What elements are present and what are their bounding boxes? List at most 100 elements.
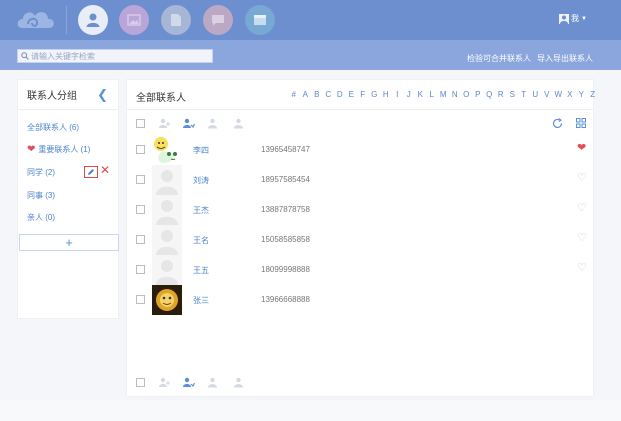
contact-name[interactable]: 刘涛 [193, 175, 209, 186]
contacts-header: 全部联系人 # A B C D E F G H I J K L M N O P Q R S T U V W X Y Z [127, 80, 595, 110]
edit-group-button[interactable] [84, 166, 98, 178]
alphabet-letter[interactable]: L [426, 90, 438, 99]
alphabet-letter[interactable]: V [541, 90, 553, 99]
add-group-button[interactable]: + [19, 234, 119, 251]
chevron-left-icon[interactable]: ❮ [97, 87, 108, 103]
delete-group-icon[interactable]: ✕ [100, 164, 110, 176]
alphabet-letter[interactable]: E [346, 90, 358, 99]
alphabet-letter[interactable]: I [392, 90, 404, 99]
alphabet-letter[interactable]: Q [484, 90, 496, 99]
select-all-checkbox[interactable] [136, 119, 145, 128]
alphabet-letter[interactable]: A [300, 90, 312, 99]
contact-phone: 18099998888 [261, 265, 310, 274]
document-icon [171, 14, 181, 26]
alphabet-letter[interactable]: U [530, 90, 542, 99]
refresh-icon[interactable] [550, 116, 564, 130]
alphabet-letter[interactable]: R [495, 90, 507, 99]
contact-row[interactable]: 王五 18099998888 ♡ [127, 255, 593, 285]
contact-avatar [152, 225, 182, 255]
contact-phone: 13966668888 [261, 295, 310, 304]
check-mergeable-link[interactable]: 检验可合并联系人 [467, 53, 531, 64]
row-checkbox[interactable] [136, 205, 145, 214]
row-checkbox[interactable] [136, 175, 145, 184]
group-item-important[interactable]: ❤ 重要联系人 (1) [27, 144, 90, 155]
contact-row[interactable]: 王名 15058585858 ♡ [127, 225, 593, 255]
alphabet-letter[interactable]: D [334, 90, 346, 99]
alphabet-letter[interactable]: G [369, 90, 381, 99]
contact-row[interactable]: 刘涛 18957585454 ♡ [127, 165, 593, 195]
contact-icon[interactable] [205, 116, 219, 130]
nav-photo-button[interactable] [119, 5, 149, 35]
alphabet-letter[interactable]: Y [576, 90, 588, 99]
import-export-link[interactable]: 导入导出联系人 [537, 53, 593, 64]
contact-icon[interactable] [205, 375, 219, 389]
avatar [559, 13, 569, 24]
contacts-toolbar-bottom [127, 371, 593, 393]
row-checkbox[interactable] [136, 295, 145, 304]
alphabet-letter[interactable]: K [415, 90, 427, 99]
grid-view-icon[interactable] [574, 116, 588, 130]
favorite-heart-icon[interactable]: ♡ [577, 233, 587, 244]
alphabet-letter[interactable]: M [438, 90, 450, 99]
add-contact-icon[interactable] [157, 375, 171, 389]
select-all-checkbox-bottom[interactable] [136, 378, 145, 387]
alphabet-letter[interactable]: C [323, 90, 335, 99]
group-label: 重要联系人 (1) [38, 145, 91, 154]
alphabet-letter[interactable]: J [403, 90, 415, 99]
groups-panel: 联系人分组 ❮ 全部联系人 (6) ❤ 重要联系人 (1) 同学 (2) ✕ 同… [17, 79, 119, 319]
heart-icon: ❤ [27, 143, 36, 155]
group-label: 亲人 (0) [27, 213, 55, 222]
alphabet-letter[interactable]: Z [587, 90, 599, 99]
favorite-heart-icon[interactable]: ♡ [577, 263, 587, 274]
row-checkbox[interactable] [136, 235, 145, 244]
row-checkbox[interactable] [136, 265, 145, 274]
favorite-heart-icon[interactable]: ♡ [577, 173, 587, 184]
user-name: 我 [571, 14, 579, 23]
nav-message-button[interactable] [203, 5, 233, 35]
alphabet-letter[interactable]: T [518, 90, 530, 99]
contact-avatar [152, 195, 182, 225]
contact-name[interactable]: 王杰 [193, 205, 209, 216]
contact-name[interactable]: 李四 [193, 145, 209, 156]
nav-calendar-button[interactable] [245, 5, 275, 35]
alphabet-letter[interactable]: O [461, 90, 473, 99]
alphabet-letter[interactable]: F [357, 90, 369, 99]
contact-name[interactable]: 王五 [193, 265, 209, 276]
contact-avatar [152, 255, 182, 285]
favorite-heart-icon[interactable]: ♡ [577, 203, 587, 214]
alphabet-letter[interactable]: # [288, 90, 300, 99]
group-item-all[interactable]: 全部联系人 (6) [27, 122, 79, 133]
group-item-colleagues[interactable]: 同事 (3) [27, 190, 55, 201]
alphabet-index: # A B C D E F G H I J K L M N O P Q R S T U V W X Y Z [288, 90, 599, 99]
contacts-title: 全部联系人 [136, 93, 186, 104]
row-checkbox[interactable] [136, 145, 145, 154]
alphabet-letter[interactable]: H [380, 90, 392, 99]
search-box[interactable] [17, 49, 213, 63]
alphabet-letter[interactable]: B [311, 90, 323, 99]
contact-row[interactable]: 王杰 13887878758 ♡ [127, 195, 593, 225]
user-menu[interactable]: 我 ▼ [559, 13, 587, 24]
remove-contact-icon[interactable] [231, 116, 245, 130]
remove-contact-icon[interactable] [231, 375, 245, 389]
top-bar: 我 ▼ [0, 0, 621, 40]
group-item-family[interactable]: 亲人 (0) [27, 212, 55, 223]
assign-group-icon[interactable] [181, 375, 195, 389]
nav-document-button[interactable] [161, 5, 191, 35]
alphabet-letter[interactable]: N [449, 90, 461, 99]
alphabet-letter[interactable]: W [553, 90, 565, 99]
alphabet-letter[interactable]: X [564, 90, 576, 99]
group-item-classmates[interactable]: 同学 (2) [27, 167, 55, 178]
add-contact-icon[interactable] [157, 116, 171, 130]
alphabet-letter[interactable]: P [472, 90, 484, 99]
search-input[interactable] [31, 51, 211, 61]
alphabet-letter[interactable]: S [507, 90, 519, 99]
contact-phone: 18957585454 [261, 175, 310, 184]
group-label: 同事 (3) [27, 191, 55, 200]
contact-name[interactable]: 张三 [193, 295, 209, 306]
contact-name[interactable]: 王名 [193, 235, 209, 246]
assign-group-icon[interactable] [181, 116, 195, 130]
contact-row[interactable]: 李四 13965458747 ❤ [127, 135, 593, 165]
favorite-heart-icon[interactable]: ❤ [577, 143, 586, 154]
nav-contacts-button[interactable] [78, 5, 108, 35]
contact-row[interactable]: 张三 13966668888 [127, 285, 593, 315]
